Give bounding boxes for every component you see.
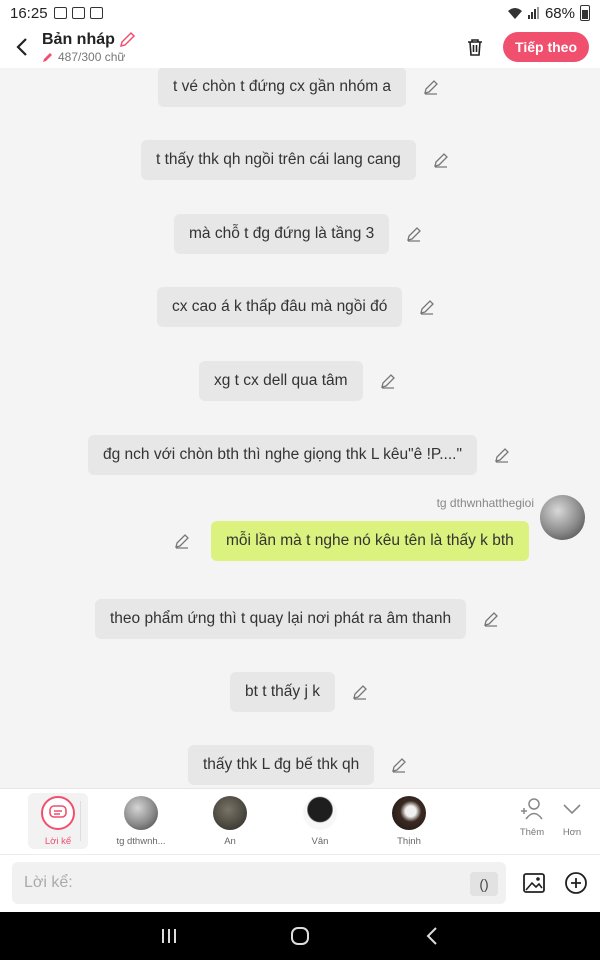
signal-icon — [527, 7, 539, 19]
edit-pencil-icon[interactable] — [418, 298, 436, 316]
edit-pencil-icon[interactable] — [351, 683, 369, 701]
system-back-button[interactable] — [420, 924, 444, 948]
message-input[interactable] — [12, 862, 506, 904]
message-item: thấy thk L đg bế thk qh — [188, 745, 408, 785]
home-icon — [291, 927, 309, 945]
character-avatar — [392, 796, 426, 830]
gallery-notification-icon — [53, 7, 67, 19]
image-icon[interactable] — [522, 871, 546, 895]
character-avatar — [213, 796, 247, 830]
message-bubble[interactable]: thấy thk L đg bế thk qh — [188, 745, 375, 785]
message-item-own: mỗi lần mà t nghe nó kêu tên là thấy k b… — [173, 521, 529, 561]
edit-pencil-icon[interactable] — [390, 756, 408, 774]
message-item: theo phẩm ứng thì t quay lại nơi phát ra… — [95, 599, 500, 639]
chevron-down-icon — [563, 804, 581, 815]
message-bubble[interactable]: cx cao á k thấp đâu mà ngồi đó — [157, 287, 403, 327]
add-character-button[interactable]: Thêm — [512, 797, 552, 838]
back-button[interactable] — [4, 26, 40, 68]
message-bubble[interactable]: t thấy thk qh ngồi trên cái lang cang — [141, 140, 416, 180]
message-item: t thấy thk qh ngồi trên cái lang cang — [141, 140, 450, 180]
character-bar: Lời kể tg dthwnh... An Vân Thịnh Thêm Hơ… — [0, 788, 600, 854]
author-avatar[interactable] — [540, 495, 585, 540]
character-item[interactable]: Vân — [290, 793, 350, 849]
edit-pencil-icon[interactable] — [493, 446, 511, 464]
chat-bubble-icon — [49, 805, 67, 818]
edit-pencil-icon[interactable] — [379, 372, 397, 390]
battery-percent: 68% — [544, 4, 575, 22]
message-item: t vé chòn t đứng cx gần nhóm a — [158, 68, 440, 107]
delete-button[interactable] — [463, 35, 487, 59]
character-narrator[interactable]: Lời kể — [28, 793, 88, 849]
system-nav-bar — [0, 912, 600, 960]
title-area: Bản nháp 487/300 chữ — [42, 31, 136, 64]
battery-icon — [580, 5, 590, 21]
more-button[interactable]: Hơn — [552, 797, 592, 838]
edit-pencil-icon[interactable] — [432, 151, 450, 169]
page-title: Bản nháp — [42, 30, 115, 48]
character-label: Vân — [311, 836, 329, 847]
message-bubble[interactable]: xg t cx dell qua tâm — [199, 361, 363, 401]
add-person-icon — [521, 798, 543, 820]
header: Bản nháp 487/300 chữ Tiếp theo — [0, 26, 600, 68]
character-avatar — [124, 796, 158, 830]
pen-icon — [43, 52, 52, 62]
status-bar: 16:25 68% — [0, 0, 600, 26]
trash-icon — [468, 39, 483, 56]
add-character-label: Thêm — [519, 827, 545, 838]
chevron-left-icon — [16, 38, 27, 56]
message-bubble-own[interactable]: mỗi lần mà t nghe nó kêu tên là thấy k b… — [211, 521, 529, 561]
back-arrow-icon — [426, 927, 437, 945]
weather-notification-icon — [71, 7, 85, 19]
recent-apps-button[interactable] — [157, 924, 181, 948]
character-label: Lời kể — [44, 836, 72, 847]
more-label: Hơn — [562, 827, 582, 838]
character-label: An — [224, 836, 236, 847]
status-time: 16:25 — [10, 4, 48, 22]
message-list[interactable]: t vé chòn t đứng cx gần nhóm a t thấy th… — [0, 68, 600, 788]
edit-pencil-icon[interactable] — [482, 610, 500, 628]
message-item: bt t thấy j k — [230, 672, 369, 712]
next-button[interactable]: Tiếp theo — [503, 32, 589, 62]
character-item[interactable]: tg dthwnh... — [111, 793, 171, 849]
character-label: tg dthwnh... — [116, 836, 166, 847]
add-circle-icon[interactable] — [564, 871, 588, 895]
action-paren-button[interactable]: () — [470, 872, 498, 896]
character-divider — [80, 801, 81, 841]
wifi-icon — [507, 8, 522, 19]
word-count: 487/300 chữ — [58, 49, 126, 64]
character-item[interactable]: Thịnh — [379, 793, 439, 849]
message-author: tg dthwnhatthegioi — [436, 496, 534, 510]
message-item: đg nch với chòn bth thì nghe giọng thk L… — [88, 435, 511, 475]
message-item: mà chỗ t đg đứng là tầng 3 — [174, 214, 423, 254]
character-avatar — [303, 796, 337, 830]
message-bubble[interactable]: mà chỗ t đg đứng là tầng 3 — [174, 214, 390, 254]
message-item: cx cao á k thấp đâu mà ngồi đó — [157, 287, 436, 327]
message-bubble[interactable]: đg nch với chòn bth thì nghe giọng thk L… — [88, 435, 477, 475]
rename-pencil-icon[interactable] — [119, 31, 136, 48]
edit-pencil-icon[interactable] — [422, 78, 440, 96]
edit-pencil-icon[interactable] — [405, 225, 423, 243]
character-item[interactable]: An — [200, 793, 260, 849]
youtube-notification-icon — [89, 7, 103, 19]
character-label: Thịnh — [397, 836, 421, 847]
home-button[interactable] — [288, 924, 312, 948]
recent-apps-icon — [162, 929, 176, 943]
message-bubble[interactable]: t vé chòn t đứng cx gần nhóm a — [158, 68, 407, 107]
message-bubble[interactable]: theo phẩm ứng thì t quay lại nơi phát ra… — [95, 599, 467, 639]
edit-pencil-icon[interactable] — [173, 532, 191, 550]
message-item: xg t cx dell qua tâm — [199, 361, 397, 401]
input-bar: () — [0, 854, 600, 912]
narrator-avatar — [41, 796, 75, 830]
message-bubble[interactable]: bt t thấy j k — [230, 672, 335, 712]
